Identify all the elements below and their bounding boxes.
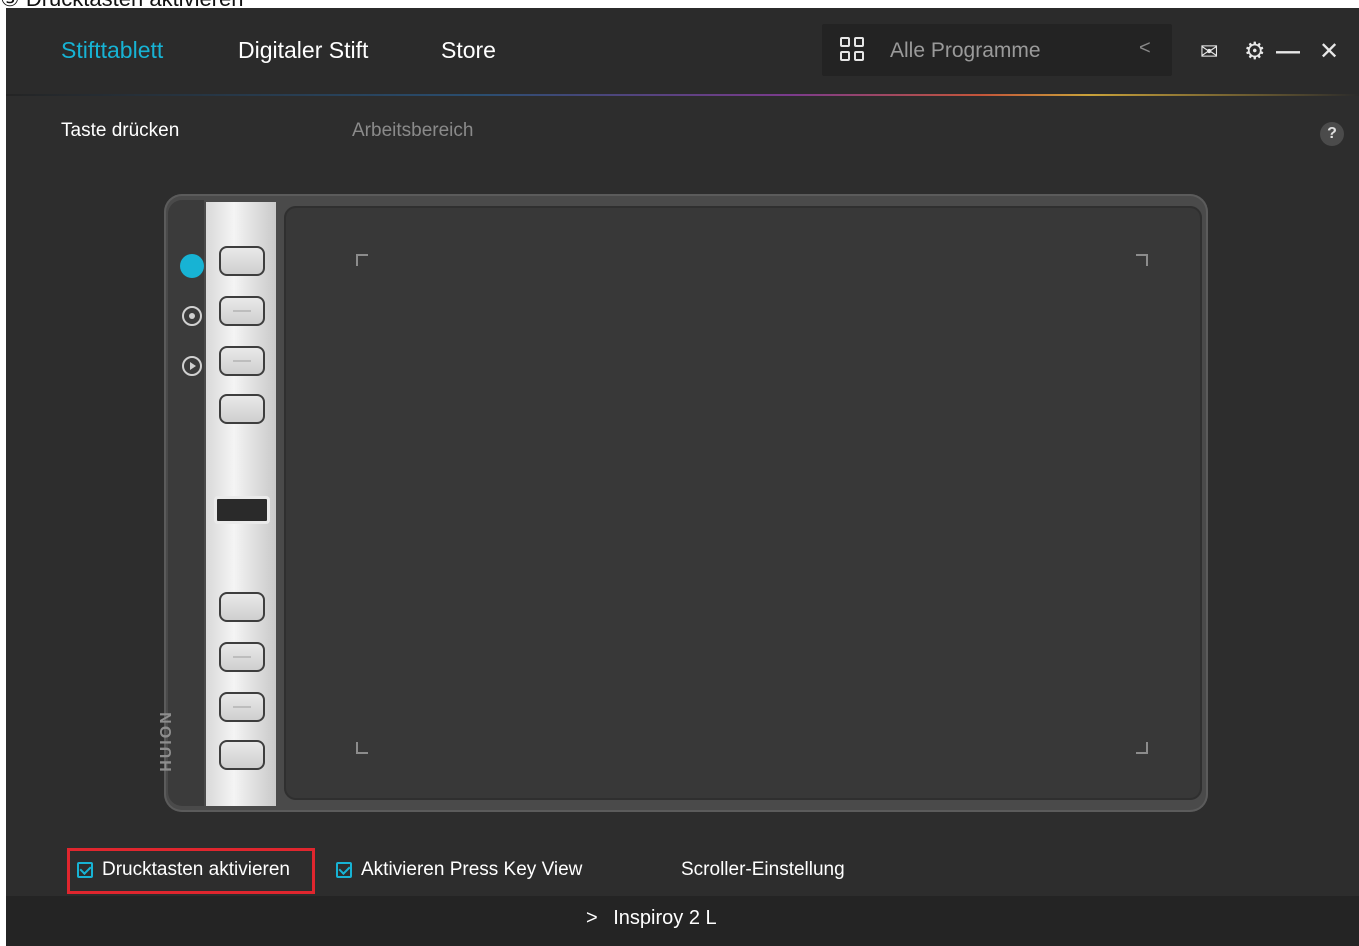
scroller-dial[interactable]: [214, 496, 270, 524]
subtab-taste-druecken[interactable]: Taste drücken: [61, 120, 179, 142]
program-select-value: Alle Programme: [890, 39, 1041, 62]
tablet-graphic: HUION: [157, 194, 1208, 812]
highlight-box: [67, 848, 315, 894]
corner-mark-top-right: [1136, 254, 1148, 266]
corner-mark-top-left: [356, 254, 368, 266]
device-bar: > Inspiroy 2 L: [6, 896, 1359, 946]
express-key-4[interactable]: [219, 394, 265, 424]
express-key-7[interactable]: [219, 692, 265, 722]
express-key-3[interactable]: [219, 346, 265, 376]
huion-driver-window: Stifttablett Digitaler Stift Store Alle …: [6, 8, 1359, 946]
express-key-6[interactable]: [219, 642, 265, 672]
press-key-view-checkbox[interactable]: [336, 862, 352, 878]
tab-stifttablett[interactable]: Stifttablett: [61, 37, 163, 64]
help-icon[interactable]: ?: [1320, 122, 1344, 146]
key-group-indicator-3[interactable]: [182, 356, 202, 376]
huion-logo: HUION: [157, 710, 175, 772]
header-divider: [6, 94, 1359, 96]
program-select[interactable]: Alle Programme <: [822, 24, 1172, 76]
chevron-right-icon: >: [586, 907, 598, 929]
press-key-view-option[interactable]: Aktivieren Press Key View: [336, 859, 582, 881]
express-key-8[interactable]: [219, 740, 265, 770]
corner-mark-bottom-left: [356, 742, 368, 754]
press-key-view-label: Aktivieren Press Key View: [361, 859, 583, 880]
express-key-5[interactable]: [219, 592, 265, 622]
express-key-1[interactable]: [219, 246, 265, 276]
device-name: Inspiroy 2 L: [613, 907, 717, 929]
subtab-arbeitsbereich[interactable]: Arbeitsbereich: [352, 120, 473, 142]
scroller-settings-link[interactable]: Scroller-Einstellung: [681, 859, 845, 881]
mail-icon[interactable]: ✉: [1200, 40, 1218, 64]
express-key-2[interactable]: [219, 296, 265, 326]
grid-icon: [838, 35, 868, 65]
key-group-indicator-active[interactable]: [180, 254, 204, 278]
minimize-icon[interactable]: —: [1276, 40, 1300, 64]
corner-mark-bottom-right: [1136, 742, 1148, 754]
tablet-active-area: [284, 206, 1202, 800]
tablet-side-panel: HUION: [157, 200, 204, 806]
tab-store[interactable]: Store: [441, 37, 496, 64]
device-selector[interactable]: > Inspiroy 2 L: [586, 907, 717, 930]
header: Stifttablett Digitaler Stift Store Alle …: [6, 8, 1359, 94]
key-group-indicator-2[interactable]: [182, 306, 202, 326]
scroller-settings-label: Scroller-Einstellung: [681, 859, 845, 880]
close-icon[interactable]: ✕: [1319, 40, 1339, 64]
caption: ③ Drucktasten aktivieren: [0, 0, 243, 11]
gear-icon[interactable]: ⚙: [1244, 40, 1266, 64]
tab-digitaler-stift[interactable]: Digitaler Stift: [238, 37, 368, 64]
chevron-left-icon[interactable]: <: [1139, 37, 1151, 60]
